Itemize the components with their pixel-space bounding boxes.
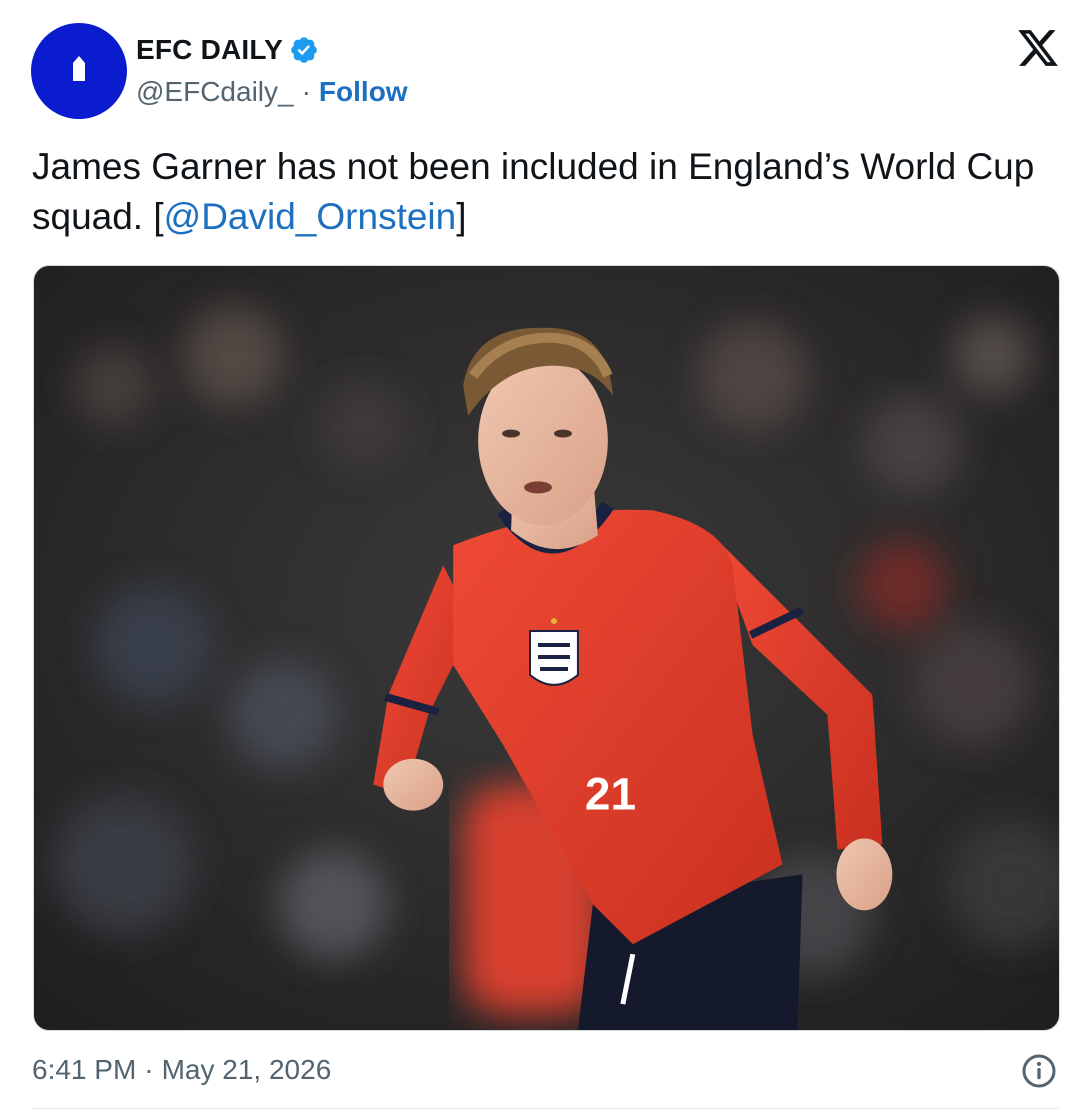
tweet-date: May 21, 2026 [161, 1054, 332, 1085]
club-crest-icon [73, 56, 85, 84]
footer-divider [32, 1108, 1058, 1109]
tweet-text-close: ] [456, 196, 467, 237]
author-display-name[interactable]: EFC DAILY [136, 34, 283, 66]
jersey-number: 21 [585, 768, 636, 820]
tweet-card: EFC DAILY @EFCdaily_ · Follow James Garn… [0, 0, 1088, 1113]
follow-button[interactable]: Follow [319, 76, 408, 108]
author-avatar[interactable] [31, 23, 127, 119]
handle-separator: · [301, 76, 311, 107]
tweet-time: 6:41 PM [32, 1054, 137, 1085]
x-logo-icon[interactable] [1016, 26, 1060, 70]
author-handle-row: @EFCdaily_ · Follow [136, 72, 408, 112]
mention-link[interactable]: @David_Ornstein [164, 196, 457, 237]
player-photo: 21 [34, 266, 1059, 1030]
info-icon[interactable] [1021, 1053, 1057, 1089]
author-name-row: EFC DAILY [136, 30, 319, 70]
timestamp-separator: · [144, 1054, 154, 1085]
tweet-photo[interactable]: 21 [33, 265, 1060, 1031]
author-handle[interactable]: @EFCdaily_ [136, 76, 294, 108]
tweet-text: James Garner has not been included in En… [32, 142, 1052, 242]
verified-badge-icon [291, 37, 317, 63]
tweet-timestamp[interactable]: 6:41 PM · May 21, 2026 [32, 1050, 331, 1090]
